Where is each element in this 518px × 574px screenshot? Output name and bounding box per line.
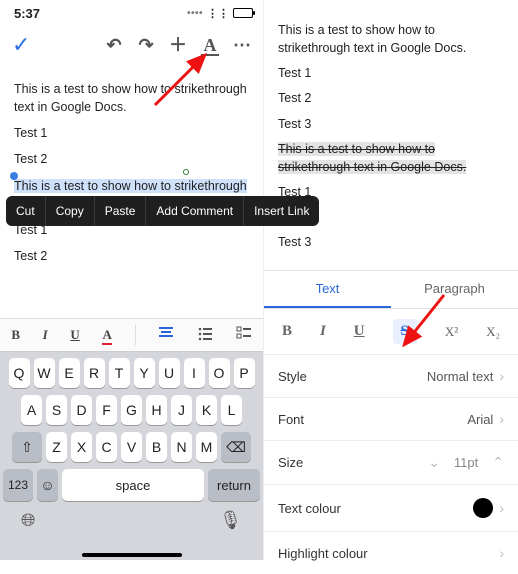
key-q[interactable]: Q <box>9 358 30 388</box>
key-123[interactable]: 123 <box>3 469 33 501</box>
color-swatch <box>473 498 493 518</box>
prop-style[interactable]: Style Normal text› <box>264 355 518 398</box>
text-format-row: B I U S X² X₂ <box>264 309 518 355</box>
paragraph[interactable]: Test 2 <box>14 247 249 265</box>
key-h[interactable]: H <box>146 395 167 425</box>
keyboard: QWERTYUIOP ASDFGHJKL ⇧ZXCVBNM⌫ 123 ☺ spa… <box>0 352 263 560</box>
key-b[interactable]: B <box>146 432 167 462</box>
battery-icon <box>233 8 253 18</box>
key-k[interactable]: K <box>196 395 217 425</box>
key-v[interactable]: V <box>121 432 142 462</box>
mic-icon[interactable]: 🎙︎ <box>219 510 242 531</box>
paragraph[interactable]: Test 3 <box>278 115 504 133</box>
document-body[interactable]: This is a test to show how to strikethro… <box>0 66 263 279</box>
toolbar: ✓ ↶ ↷ ＋ A ⋯ <box>0 22 263 66</box>
ctx-paste[interactable]: Paste <box>95 196 147 226</box>
ctx-copy[interactable]: Copy <box>46 196 95 226</box>
chevron-right-icon: › <box>499 545 504 561</box>
home-indicator <box>82 553 182 557</box>
key-c[interactable]: C <box>96 432 117 462</box>
chevron-right-icon: › <box>499 500 504 516</box>
annotation-arrow <box>394 290 454 353</box>
key-i[interactable]: I <box>184 358 205 388</box>
key-o[interactable]: O <box>209 358 230 388</box>
status-bar: 5:37 •••• ⋮⋮ <box>0 0 263 22</box>
strikethrough-paragraph[interactable]: This is a test to show how to strikethro… <box>278 140 504 176</box>
key-s[interactable]: S <box>46 395 67 425</box>
paragraph[interactable]: Test 2 <box>14 150 249 168</box>
key-p[interactable]: P <box>234 358 255 388</box>
key-backspace[interactable]: ⌫ <box>221 432 251 462</box>
key-a[interactable]: A <box>21 395 42 425</box>
prop-font[interactable]: Font Arial› <box>264 398 518 441</box>
cursor-handle-icon[interactable] <box>183 169 189 175</box>
key-space[interactable]: space <box>62 469 204 501</box>
key-emoji[interactable]: ☺ <box>37 469 58 501</box>
key-l[interactable]: L <box>221 395 242 425</box>
prop-text-colour[interactable]: Text colour › <box>264 485 518 532</box>
key-w[interactable]: W <box>34 358 55 388</box>
key-x[interactable]: X <box>71 432 92 462</box>
more-icon[interactable]: ⋯ <box>233 36 251 54</box>
text-color-button[interactable]: A <box>102 327 111 343</box>
done-check-icon[interactable]: ✓ <box>12 32 30 58</box>
key-f[interactable]: F <box>96 395 117 425</box>
key-n[interactable]: N <box>171 432 192 462</box>
key-u[interactable]: U <box>159 358 180 388</box>
key-d[interactable]: D <box>71 395 92 425</box>
prop-highlight-colour[interactable]: Highlight colour › <box>264 532 518 574</box>
wifi-icon: ⋮⋮ <box>207 7 229 20</box>
key-m[interactable]: M <box>196 432 217 462</box>
selection-handle-icon[interactable] <box>10 172 18 180</box>
paragraph[interactable]: Test 2 <box>278 89 504 107</box>
size-value: 11pt <box>454 455 478 470</box>
key-j[interactable]: J <box>171 395 192 425</box>
key-g[interactable]: G <box>121 395 142 425</box>
format-tabs: Text Paragraph <box>264 270 518 309</box>
chevron-down-icon[interactable]: ⌄ <box>428 454 440 471</box>
ctx-cut[interactable]: Cut <box>6 196 46 226</box>
context-menu: Cut Copy Paste Add Comment Insert Link <box>6 196 319 226</box>
subscript-button[interactable]: X₂ <box>486 324 500 340</box>
key-t[interactable]: T <box>109 358 130 388</box>
format-toolbar: B I U A <box>0 318 263 352</box>
key-return[interactable]: return <box>208 469 260 501</box>
chevron-right-icon: › <box>499 411 504 427</box>
underline-button[interactable]: U <box>354 323 365 340</box>
ctx-insert-link[interactable]: Insert Link <box>244 196 319 226</box>
paragraph[interactable]: This is a test to show how to strikethro… <box>278 21 504 57</box>
key-z[interactable]: Z <box>46 432 67 462</box>
italic-button[interactable]: I <box>43 327 48 343</box>
clock: 5:37 <box>14 6 40 21</box>
chevron-up-icon[interactable]: ⌃ <box>492 454 504 471</box>
bold-button[interactable]: B <box>282 323 292 340</box>
key-r[interactable]: R <box>84 358 105 388</box>
bullet-list-button[interactable] <box>197 325 213 345</box>
globe-icon[interactable]: 🌐︎ <box>21 510 35 531</box>
checklist-button[interactable] <box>236 325 252 345</box>
paragraph[interactable]: Test 3 <box>278 233 504 251</box>
key-shift[interactable]: ⇧ <box>12 432 42 462</box>
ctx-add-comment[interactable]: Add Comment <box>146 196 244 226</box>
align-button[interactable] <box>158 325 174 345</box>
chevron-right-icon: › <box>499 368 504 384</box>
underline-button[interactable]: U <box>70 327 79 343</box>
italic-button[interactable]: I <box>320 323 326 340</box>
key-y[interactable]: Y <box>134 358 155 388</box>
prop-size: Size ⌄ 11pt ⌃ <box>264 441 518 485</box>
cell-signal-icon: •••• <box>187 8 203 19</box>
bold-button[interactable]: B <box>11 327 20 343</box>
undo-icon[interactable]: ↶ <box>105 36 123 54</box>
key-e[interactable]: E <box>59 358 80 388</box>
tab-text[interactable]: Text <box>264 271 391 308</box>
paragraph[interactable]: Test 1 <box>278 64 504 82</box>
paragraph[interactable]: Test 1 <box>14 124 249 142</box>
annotation-arrow <box>150 50 220 113</box>
